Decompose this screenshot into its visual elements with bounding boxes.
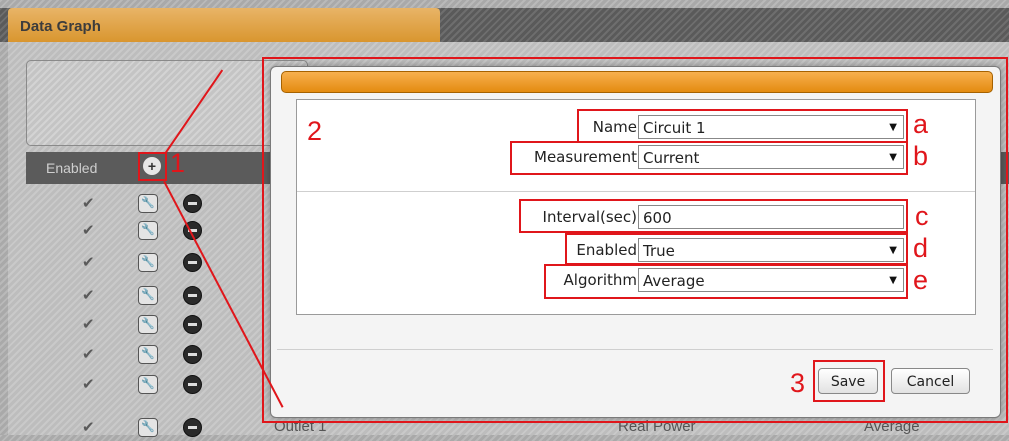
wrench-icon[interactable]: 🔧 <box>138 315 158 334</box>
annotation-label-3: 3 <box>790 368 806 398</box>
wrench-icon[interactable]: 🔧 <box>138 345 158 364</box>
minus-circle-icon[interactable] <box>183 345 202 364</box>
checkmark-icon: ✔ <box>82 195 95 212</box>
checkmark-icon: ✔ <box>82 316 95 333</box>
minus-circle-icon[interactable] <box>183 194 202 213</box>
annotation-label-a: a <box>913 109 929 139</box>
annotation-box-b <box>510 141 908 175</box>
minus-circle-icon[interactable] <box>183 253 202 272</box>
annotation-label-d: d <box>913 233 929 263</box>
wrench-icon[interactable]: 🔧 <box>138 375 158 394</box>
minus-circle-icon[interactable] <box>183 418 202 437</box>
checkmark-icon: ✔ <box>82 376 95 393</box>
wrench-icon[interactable]: 🔧 <box>138 194 158 213</box>
wrench-icon[interactable]: 🔧 <box>138 418 158 437</box>
annotation-label-e: e <box>913 265 929 295</box>
annotation-add-outline <box>138 152 167 181</box>
checkmark-icon: ✔ <box>82 346 95 363</box>
annotation-box-e <box>544 264 908 299</box>
minus-circle-icon[interactable] <box>183 286 202 305</box>
checkmark-icon: ✔ <box>82 222 95 239</box>
annotation-label-c: c <box>915 201 929 231</box>
annotation-label-2: 2 <box>307 116 323 146</box>
minus-circle-icon[interactable] <box>183 375 202 394</box>
wrench-icon[interactable]: 🔧 <box>138 253 158 272</box>
annotation-label-1: 1 <box>170 148 186 178</box>
minus-circle-icon[interactable] <box>183 315 202 334</box>
page-title: Data Graph <box>20 18 101 35</box>
annotation-box-a <box>577 109 908 143</box>
checkmark-icon: ✔ <box>82 254 95 271</box>
annotation-box-c <box>519 199 908 233</box>
checkmark-icon: ✔ <box>82 419 95 436</box>
annotation-box-save <box>813 360 885 402</box>
wrench-icon[interactable]: 🔧 <box>138 286 158 305</box>
annotation-label-b: b <box>913 141 929 171</box>
annotation-box-d <box>565 233 908 265</box>
column-header-enabled: Enabled <box>46 160 98 176</box>
checkmark-icon: ✔ <box>82 287 95 304</box>
wrench-icon[interactable]: 🔧 <box>138 221 158 240</box>
